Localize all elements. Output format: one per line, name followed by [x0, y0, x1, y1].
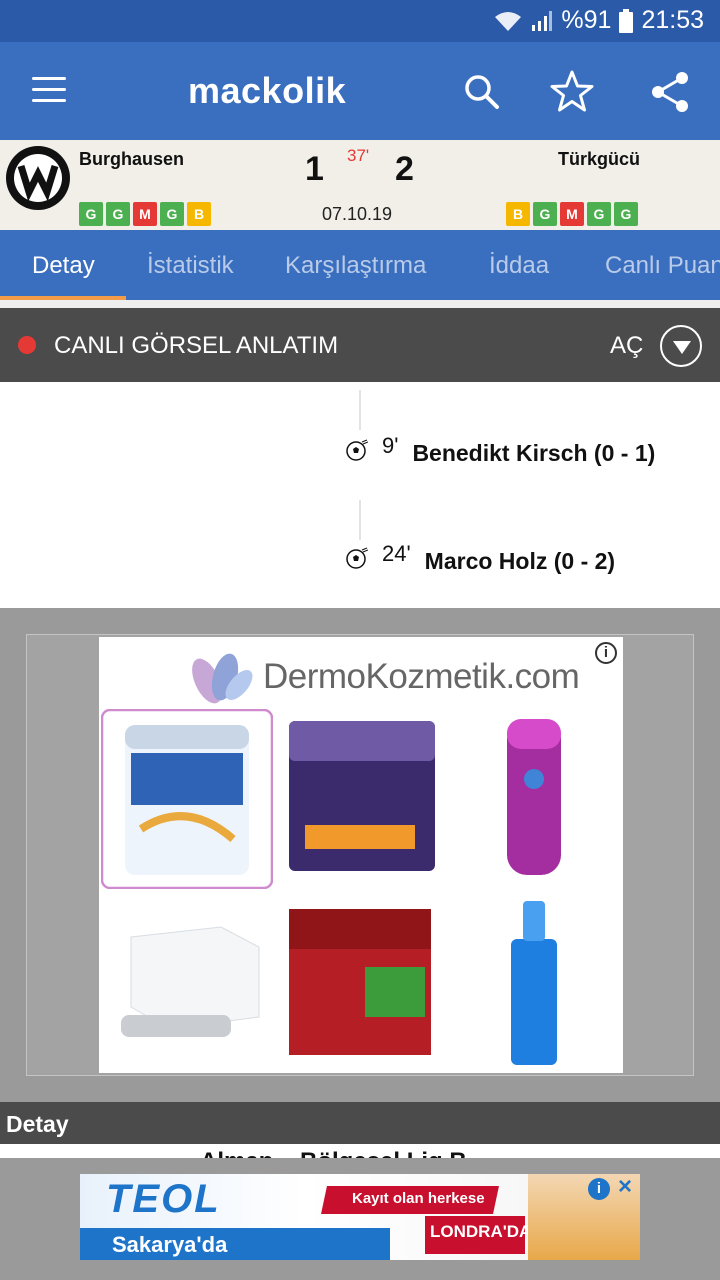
signal-icon: [532, 10, 553, 31]
tab-istatistik[interactable]: İstatistik: [147, 252, 234, 280]
clock: 21:53: [641, 6, 704, 34]
wifi-icon: [495, 11, 522, 31]
home-team-name: Burghausen: [79, 149, 185, 169]
app-logo: mackolik: [188, 70, 347, 111]
ad-brand-text: DermoKozmetik.com: [263, 657, 580, 696]
event-row: 9' Benedikt Kirsch (0 - 1): [346, 432, 655, 467]
form-badge: G: [106, 202, 130, 226]
ad-brand: DermoKozmetik.com: [185, 647, 580, 707]
live-dot-icon: [18, 336, 36, 354]
ad-frame: i DermoKozmetik.com: [26, 634, 694, 1076]
away-score: 2: [395, 150, 414, 188]
tab-karsilastirma[interactable]: Karşılaştırma: [285, 252, 426, 280]
ad-area: i DermoKozmetik.com: [0, 608, 720, 1102]
app-bar: mackolik: [0, 42, 720, 140]
match-events: 9' Benedikt Kirsch (0 - 1) 24' Marco Hol…: [0, 382, 720, 608]
away-form: B G M G G: [506, 202, 638, 226]
event-row: 24' Marco Holz (0 - 2): [346, 540, 615, 575]
search-icon[interactable]: [458, 68, 506, 116]
home-team-crest-icon: [6, 146, 70, 210]
battery-icon: [619, 8, 634, 33]
form-badge: G: [79, 202, 103, 226]
brand-petals-icon: [192, 653, 253, 704]
form-badge: G: [587, 202, 611, 226]
status-right: %91 21:53: [493, 6, 704, 35]
banner-promo2: LONDRA'DA: [430, 1222, 532, 1241]
product-image[interactable]: [285, 907, 435, 1057]
product-image[interactable]: [285, 715, 439, 875]
event-minute: 9': [382, 432, 399, 458]
status-bar: %91 21:53: [0, 0, 720, 42]
event-text: Marco Holz (0 - 2): [424, 548, 616, 574]
detay-cut-text: Alman... Bölgesel Lig B...: [200, 1148, 487, 1158]
menu-icon[interactable]: [32, 77, 66, 105]
tab-detay[interactable]: Detay: [32, 252, 95, 280]
tab-iddaa[interactable]: İddaa: [489, 252, 549, 280]
ad-banner[interactable]: i DermoKozmetik.com: [99, 637, 623, 1073]
form-badge: B: [187, 202, 211, 226]
event-minute: 24': [382, 540, 411, 566]
banner-promo: Kayıt olan herkese: [352, 1190, 485, 1207]
live-narration-open-label[interactable]: AÇ: [610, 332, 643, 360]
match-header[interactable]: Burghausen Türkgücü 1 37' 2 07.10.19 G G…: [0, 140, 720, 230]
star-icon[interactable]: [548, 68, 596, 116]
live-narration-title: CANLI GÖRSEL ANLATIM: [54, 332, 339, 359]
live-narration-bar[interactable]: CANLI GÖRSEL ANLATIM AÇ: [0, 308, 720, 382]
banner-city: Sakarya'da: [112, 1232, 228, 1257]
form-badge: G: [160, 202, 184, 226]
bottom-banner-ad[interactable]: TEOL Sakarya'da Kayıt olan herkese LONDR…: [80, 1174, 640, 1260]
product-image[interactable]: [499, 717, 569, 877]
bottom-banner-area: TEOL Sakarya'da Kayıt olan herkese LONDR…: [0, 1158, 720, 1280]
share-icon[interactable]: [646, 68, 694, 116]
event-text: Benedikt Kirsch (0 - 1): [412, 440, 656, 466]
form-badge: M: [560, 202, 584, 226]
tab-canli-puan[interactable]: Canlı Puan: [605, 252, 720, 280]
detay-section-header: Detay: [0, 1102, 720, 1144]
banner-info-icon[interactable]: i: [588, 1178, 610, 1200]
product-image[interactable]: [509, 899, 559, 1067]
soccer-ball-icon: [346, 547, 368, 569]
detay-label: Detay: [6, 1111, 69, 1137]
match-minute: 37': [347, 146, 370, 165]
tab-divider: [0, 300, 720, 308]
match-date: 07.10.19: [322, 204, 393, 224]
away-team-name: Türkgücü: [557, 149, 640, 169]
detay-body: Alman... Bölgesel Lig B...: [0, 1144, 720, 1158]
product-image[interactable]: [111, 917, 261, 1047]
tab-bar: Detay İstatistik Karşılaştırma İddaa Can…: [0, 230, 720, 300]
home-form: G G M G B: [79, 202, 211, 226]
form-badge: G: [614, 202, 638, 226]
timeline-line: [359, 390, 361, 430]
battery-percent: %91: [561, 6, 612, 34]
soccer-ball-icon: [346, 439, 368, 461]
home-score: 1: [305, 150, 324, 188]
chevron-down-icon[interactable]: [660, 325, 702, 367]
product-image[interactable]: [101, 709, 273, 889]
ad-info-icon[interactable]: i: [595, 642, 617, 664]
close-icon[interactable]: ×: [614, 1175, 636, 1199]
timeline-line: [359, 500, 361, 540]
form-badge: B: [506, 202, 530, 226]
banner-logo: TEOL: [106, 1177, 221, 1221]
form-badge: G: [533, 202, 557, 226]
form-badge: M: [133, 202, 157, 226]
